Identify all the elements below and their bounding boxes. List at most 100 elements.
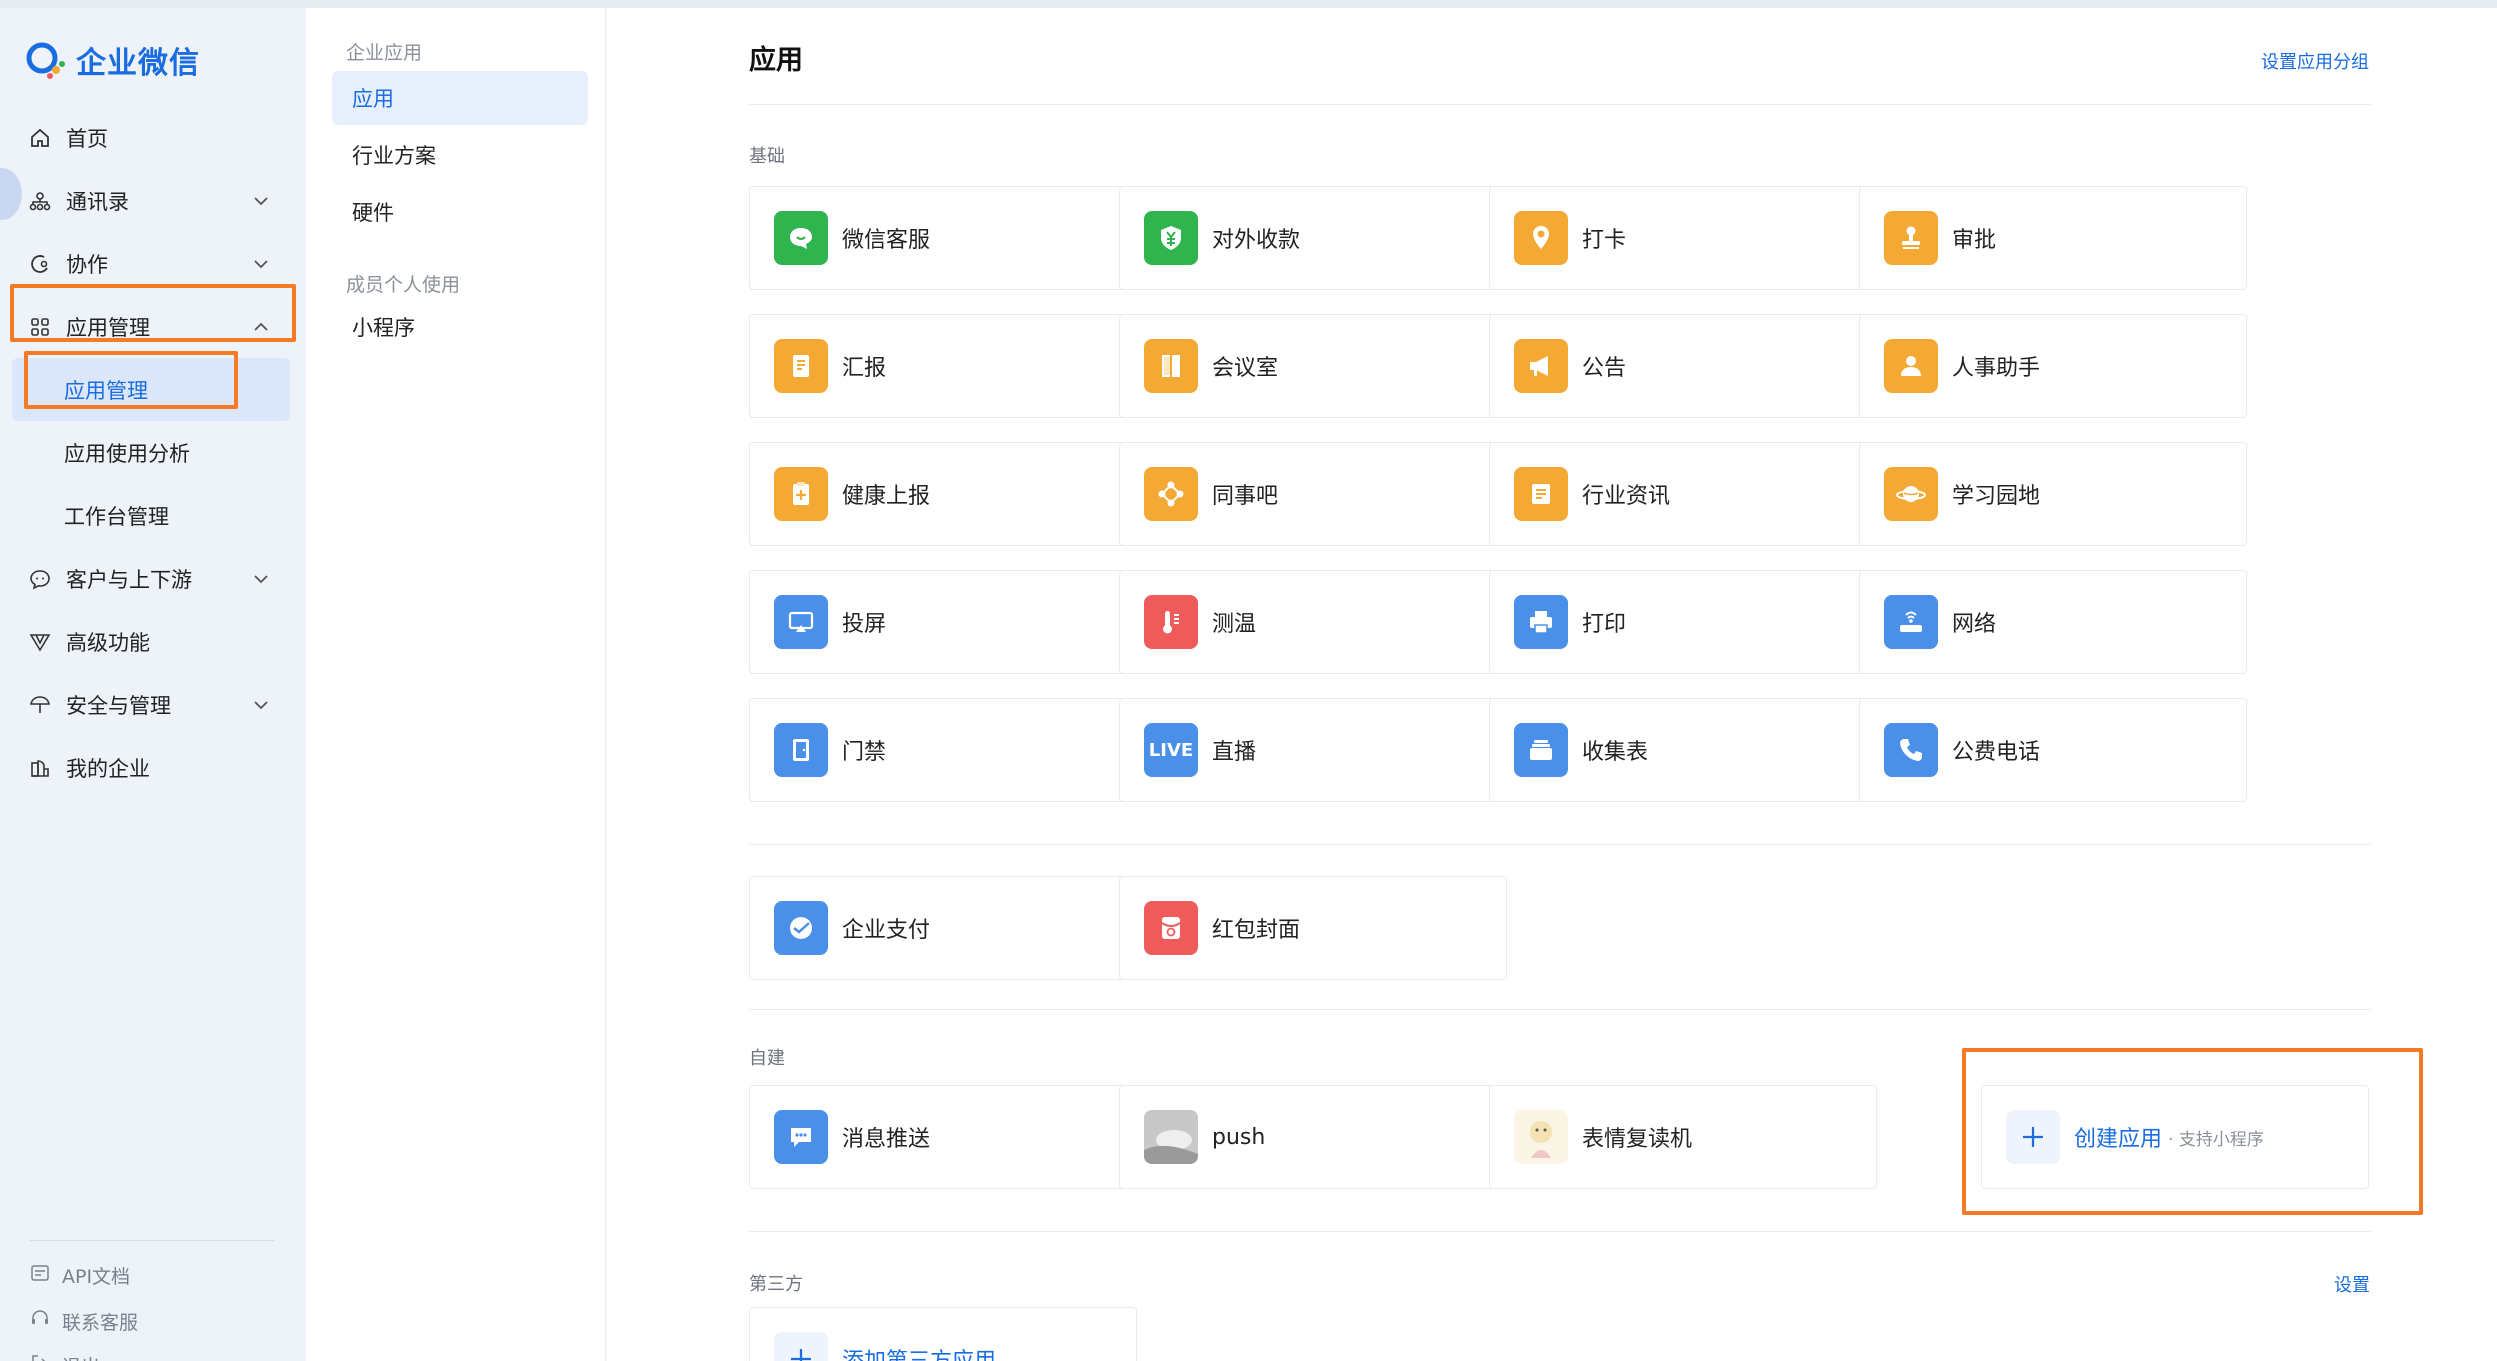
app-card[interactable]: 门禁	[749, 698, 1137, 802]
divider	[749, 1231, 2371, 1232]
app-card[interactable]: push	[1119, 1085, 1507, 1189]
app-card-label: 微信客服	[842, 228, 931, 253]
nav-security-label: 安全与管理	[66, 693, 171, 718]
nav-security[interactable]: 安全与管理	[0, 673, 306, 736]
secondary-nav: 企业应用 应用 行业方案 硬件 成员个人使用 小程序	[306, 8, 606, 1361]
add-third-party-card[interactable]: 添加第三方应用	[749, 1307, 1137, 1361]
photo-thumbnail-icon	[1144, 1110, 1198, 1164]
stack-form-icon	[1514, 723, 1568, 777]
app-card-label: 红包封面	[1212, 918, 1301, 943]
app-card[interactable]: 行业资讯	[1489, 442, 1877, 546]
thermometer-icon	[1144, 595, 1198, 649]
app-card[interactable]: 公告	[1489, 314, 1877, 418]
nav-my-company-label: 我的企业	[66, 756, 150, 781]
logout-link[interactable]: 退出	[30, 1352, 100, 1361]
brand-name: 企业微信	[76, 46, 200, 81]
advanced-v-icon	[28, 630, 52, 654]
app-card[interactable]: 微信客服	[749, 186, 1137, 290]
divider	[749, 1009, 2371, 1010]
page-title: 应用	[749, 45, 803, 76]
app-card[interactable]: 红包封面	[1119, 876, 1507, 980]
divider	[749, 844, 2371, 845]
app-card[interactable]: 审批	[1859, 186, 2247, 290]
stamp-icon	[1884, 211, 1938, 265]
nav-sub-usage-analysis[interactable]: 应用使用分析	[0, 421, 306, 484]
set-app-groups-link[interactable]: 设置应用分组	[2261, 48, 2369, 74]
secondary-item-industry[interactable]: 行业方案	[332, 128, 588, 182]
app-card[interactable]: LIVE 直播	[1119, 698, 1507, 802]
app-card[interactable]: 企业支付	[749, 876, 1137, 980]
app-card-label: 收集表	[1582, 740, 1649, 765]
app-card[interactable]: 打卡	[1489, 186, 1877, 290]
app-card[interactable]: 人事助手	[1859, 314, 2247, 418]
app-card[interactable]: 网络	[1859, 570, 2247, 674]
nav-app-management[interactable]: 应用管理	[0, 295, 306, 358]
building-icon	[28, 756, 52, 780]
nav-home[interactable]: 首页	[0, 106, 306, 169]
app-card[interactable]: 汇报	[749, 314, 1137, 418]
app-card[interactable]: 对外收款	[1119, 186, 1507, 290]
nav-contacts-label: 通讯录	[66, 189, 129, 214]
headset-icon	[30, 1309, 50, 1334]
logout-icon	[30, 1353, 50, 1361]
nav-advanced[interactable]: 高级功能	[0, 610, 306, 673]
chevron-down-icon	[252, 191, 270, 209]
app-card[interactable]: 收集表	[1489, 698, 1877, 802]
main-nav: 首页 通讯录 协作 应用管理 应用管理 应用使用分析 工作台管理 客户与上下游 …	[0, 106, 306, 799]
app-card-label: 企业支付	[842, 918, 931, 943]
secondary-item-apps[interactable]: 应用	[332, 71, 588, 125]
api-docs-link[interactable]: API文档	[30, 1262, 130, 1289]
app-card[interactable]: 表情复读机	[1489, 1085, 1877, 1189]
app-card-label: 公费电话	[1952, 740, 2041, 765]
nav-customers-label: 客户与上下游	[66, 567, 192, 592]
app-card[interactable]: 同事吧	[1119, 442, 1507, 546]
umbrella-icon	[28, 693, 52, 717]
phone-icon	[1884, 723, 1938, 777]
chat-bubble-icon	[774, 211, 828, 265]
app-card[interactable]: 投屏	[749, 570, 1137, 674]
app-card[interactable]: 打印	[1489, 570, 1877, 674]
api-docs-label: API文档	[62, 1266, 131, 1288]
third-party-settings-link[interactable]: 设置	[2334, 1271, 2370, 1297]
grid-apps-icon	[28, 315, 52, 339]
app-card-label: 对外收款	[1212, 228, 1301, 253]
app-card[interactable]: 会议室	[1119, 314, 1507, 418]
chevron-down-icon	[252, 254, 270, 272]
network-nodes-icon	[1144, 467, 1198, 521]
live-icon: LIVE	[1144, 723, 1198, 777]
nav-collab[interactable]: 协作	[0, 232, 306, 295]
nav-sub-workbench[interactable]: 工作台管理	[0, 484, 306, 547]
nav-contacts[interactable]: 通讯录	[0, 169, 306, 232]
nav-customers[interactable]: 客户与上下游	[0, 547, 306, 610]
support-link[interactable]: 联系客服	[30, 1308, 138, 1335]
app-card[interactable]: 学习园地	[1859, 442, 2247, 546]
secondary-item-mini-program[interactable]: 小程序	[332, 300, 588, 354]
collab-icon	[28, 252, 52, 276]
brand-logo[interactable]: 企业微信	[24, 38, 200, 82]
wecom-logo-icon	[24, 40, 68, 80]
app-card[interactable]: 健康上报	[749, 442, 1137, 546]
app-card-label: 门禁	[842, 740, 887, 765]
support-label: 联系客服	[62, 1312, 139, 1334]
printer-icon	[1514, 595, 1568, 649]
app-card-label: 行业资讯	[1582, 484, 1671, 509]
app-card[interactable]: 测温	[1119, 570, 1507, 674]
cartoon-thumbnail-icon	[1514, 1110, 1568, 1164]
app-card[interactable]: 公费电话	[1859, 698, 2247, 802]
section-basic-title: 基础	[749, 146, 785, 167]
secondary-item-hardware[interactable]: 硬件	[332, 185, 588, 239]
app-card[interactable]: 消息推送	[749, 1085, 1137, 1189]
app-card-label: 直播	[1212, 740, 1257, 765]
red-envelope-icon	[1144, 901, 1198, 955]
app-card-label: 测温	[1212, 612, 1257, 637]
screen-cast-icon	[774, 595, 828, 649]
nav-sub-app-management[interactable]: 应用管理	[12, 358, 290, 421]
create-app-label: 创建应用	[2074, 1127, 2163, 1152]
app-card-label: 健康上报	[842, 484, 931, 509]
create-app-card[interactable]: 创建应用 · 支持小程序	[1981, 1085, 2369, 1189]
app-card-label: 网络	[1952, 612, 1997, 637]
app-card-label: 会议室	[1212, 356, 1279, 381]
chevron-up-icon	[252, 317, 270, 335]
app-card-label: 投屏	[842, 612, 887, 637]
nav-my-company[interactable]: 我的企业	[0, 736, 306, 799]
